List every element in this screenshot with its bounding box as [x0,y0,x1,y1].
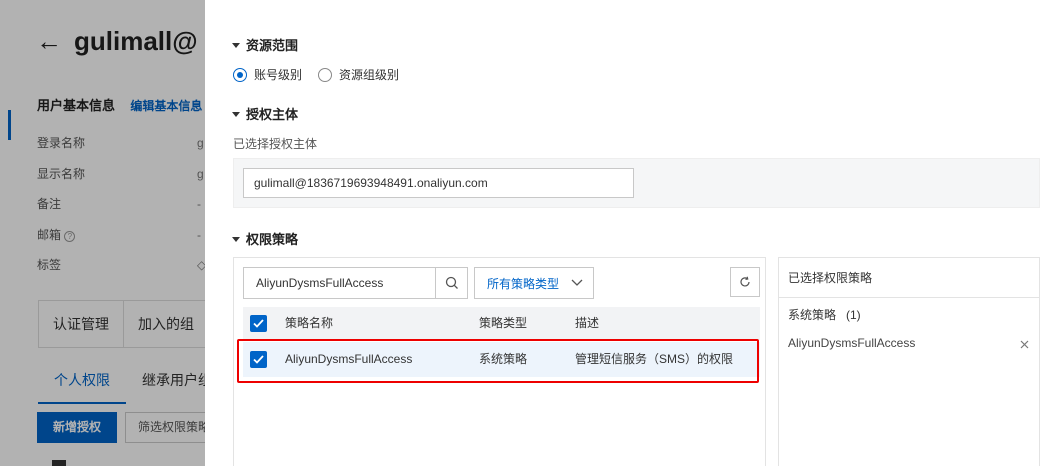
policy-search: AliyunDysmsFullAccess [243,267,468,299]
selected-policy-item: AliyunDysmsFullAccess [788,336,916,350]
caret-down-icon [232,112,240,118]
select-all-checkbox[interactable] [250,315,267,332]
principal-input[interactable]: gulimall@1836719693948491.onaliyun.com [243,168,634,198]
refresh-button[interactable] [730,267,760,297]
column-description: 描述 [575,316,600,330]
caret-down-icon [232,43,240,49]
selected-policies-title: 已选择权限策略 [779,258,1039,298]
refresh-icon [740,276,750,287]
policy-table-header: 策略名称 策略类型 描述 [243,307,760,340]
selected-count: (1) [846,308,861,322]
policy-search-input[interactable]: AliyunDysmsFullAccess [244,268,435,298]
column-policy-name: 策略名称 [285,316,334,330]
check-icon [253,319,264,328]
radio-unchecked-icon [318,67,333,82]
search-button[interactable] [435,268,467,298]
radio-account-level[interactable]: 账号级别 [233,66,302,83]
highlight-annotation-box [237,339,759,383]
chevron-down-icon [571,279,583,286]
modal-overlay[interactable] [0,0,205,466]
policy-title[interactable]: 权限策略 [232,229,298,248]
column-policy-type: 策略类型 [479,316,528,330]
caret-down-icon [232,237,240,243]
principal-container: gulimall@1836719693948491.onaliyun.com [233,158,1040,208]
resource-scope-radio-group: 账号级别 资源组级别 [233,66,399,83]
policy-type-select[interactable]: 所有策略类型 [474,267,594,299]
close-icon[interactable] [1020,338,1029,352]
principal-title[interactable]: 授权主体 [232,104,298,123]
grant-permission-drawer: 资源范围 账号级别 资源组级别 授权主体 已选择授权主体 gulimall@18… [205,0,1047,466]
resource-scope-title[interactable]: 资源范围 [232,35,298,54]
selected-policies-panel: 已选择权限策略 系统策略 (1) AliyunDysmsFullAccess [778,257,1040,466]
search-icon [445,276,458,289]
radio-resource-group-level[interactable]: 资源组级别 [318,66,399,83]
selected-principal-label: 已选择授权主体 [233,137,318,151]
radio-checked-icon [233,67,247,82]
selected-policies-group: 系统策略 (1) [788,308,861,322]
